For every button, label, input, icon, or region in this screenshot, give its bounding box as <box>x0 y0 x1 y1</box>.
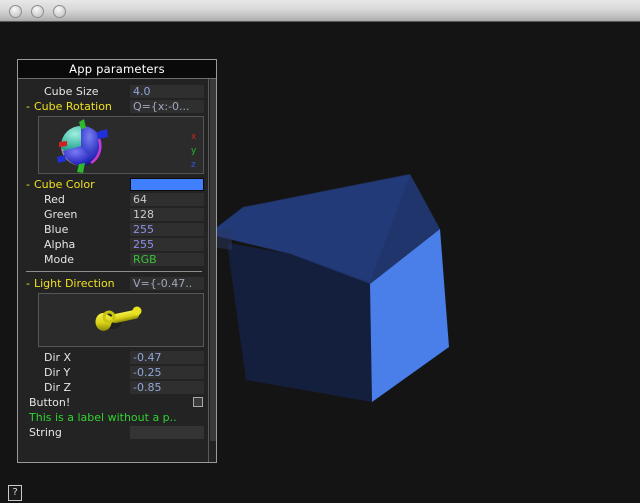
param-label-dir-x: Dir X <box>44 351 72 364</box>
param-value-dir-x[interactable]: -0.47 <box>130 351 204 364</box>
param-row-note: This is a label without a p.. <box>22 410 206 425</box>
param-value-dir-z[interactable]: -0.85 <box>130 381 204 394</box>
rotation-ball-icon: x y z <box>57 119 197 173</box>
window-close-button[interactable] <box>9 5 22 18</box>
param-row-dir-z[interactable]: Dir Z -0.85 <box>22 380 206 395</box>
param-label-cube-rotation: Cube Rotation <box>34 100 112 113</box>
param-value-alpha[interactable]: 255 <box>130 238 204 251</box>
param-row-alpha[interactable]: Alpha 255 <box>22 237 206 252</box>
param-label-dir-z: Dir Z <box>44 381 72 394</box>
param-label-cube-size: Cube Size <box>44 85 99 98</box>
window-zoom-button[interactable] <box>53 5 66 18</box>
checkbox[interactable] <box>193 397 203 407</box>
light-direction-widget[interactable] <box>38 293 204 347</box>
param-label-mode: Mode <box>44 253 74 266</box>
param-row-blue[interactable]: Blue 255 <box>22 222 206 237</box>
param-row-mode[interactable]: Mode RGB <box>22 252 206 267</box>
param-value-cube-rotation[interactable]: Q={x:-0... <box>130 100 204 113</box>
param-value-light-direction[interactable]: V={-0.47.. <box>130 277 204 290</box>
axis-label-x: x <box>191 132 197 142</box>
param-label-blue: Blue <box>44 223 69 236</box>
param-row-red[interactable]: Red 64 <box>22 192 206 207</box>
param-label-red: Red <box>44 193 65 206</box>
window-minimize-button[interactable] <box>31 5 44 18</box>
param-row-string[interactable]: String <box>22 425 206 440</box>
color-swatch[interactable] <box>130 178 204 191</box>
application-window: ? App parameters Cube Size 4.0 - Cube Ro… <box>0 0 640 503</box>
param-row-cube-color[interactable]: - Cube Color <box>22 177 206 192</box>
param-label-cube-color: Cube Color <box>34 178 95 191</box>
collapse-toggle-icon-cube-color[interactable]: - <box>24 177 32 192</box>
param-value-green[interactable]: 128 <box>130 208 204 221</box>
param-label-green: Green <box>44 208 78 221</box>
param-row-button[interactable]: Button! <box>22 395 206 410</box>
action-button[interactable]: Button! <box>29 395 70 410</box>
panel-scrollbar[interactable] <box>208 79 216 462</box>
param-label-string: String <box>29 426 62 439</box>
param-row-dir-y[interactable]: Dir Y -0.25 <box>22 365 206 380</box>
param-value-red[interactable]: 64 <box>130 193 204 206</box>
param-label-light-direction: Light Direction <box>34 277 115 290</box>
panel-title: App parameters <box>18 60 216 79</box>
param-value-dir-y[interactable]: -0.25 <box>130 366 204 379</box>
param-label-dir-y: Dir Y <box>44 366 71 379</box>
panel-body: Cube Size 4.0 - Cube Rotation Q={x:-0... <box>18 79 210 462</box>
axis-label-z: z <box>191 160 196 170</box>
param-value-mode[interactable]: RGB <box>130 253 204 266</box>
gl-viewport[interactable]: ? App parameters Cube Size 4.0 - Cube Ro… <box>0 22 640 503</box>
param-value-cube-size[interactable]: 4.0 <box>130 85 204 98</box>
help-icon[interactable]: ? <box>8 485 22 501</box>
param-row-cube-rotation[interactable]: - Cube Rotation Q={x:-0... <box>22 99 206 114</box>
axis-label-y: y <box>191 146 197 156</box>
param-row-green[interactable]: Green 128 <box>22 207 206 222</box>
section-separator <box>26 271 202 272</box>
param-row-cube-size[interactable]: Cube Size 4.0 <box>22 84 206 99</box>
rotation-ball-widget[interactable]: x y z <box>38 116 204 174</box>
param-row-light-direction[interactable]: - Light Direction V={-0.47.. <box>22 276 206 291</box>
string-input[interactable] <box>130 426 204 439</box>
light-arrow-icon <box>95 306 142 331</box>
panel-scrollbar-thumb[interactable] <box>210 79 216 441</box>
app-parameters-panel[interactable]: App parameters Cube Size 4.0 - Cube Rota… <box>17 59 217 463</box>
param-row-dir-x[interactable]: Dir X -0.47 <box>22 350 206 365</box>
note-label: This is a label without a p.. <box>29 411 177 424</box>
param-value-blue[interactable]: 255 <box>130 223 204 236</box>
collapse-toggle-icon-light-direction[interactable]: - <box>24 276 32 291</box>
param-label-alpha: Alpha <box>44 238 76 251</box>
collapse-toggle-icon-cube-rotation[interactable]: - <box>24 99 32 114</box>
window-titlebar <box>0 0 640 22</box>
